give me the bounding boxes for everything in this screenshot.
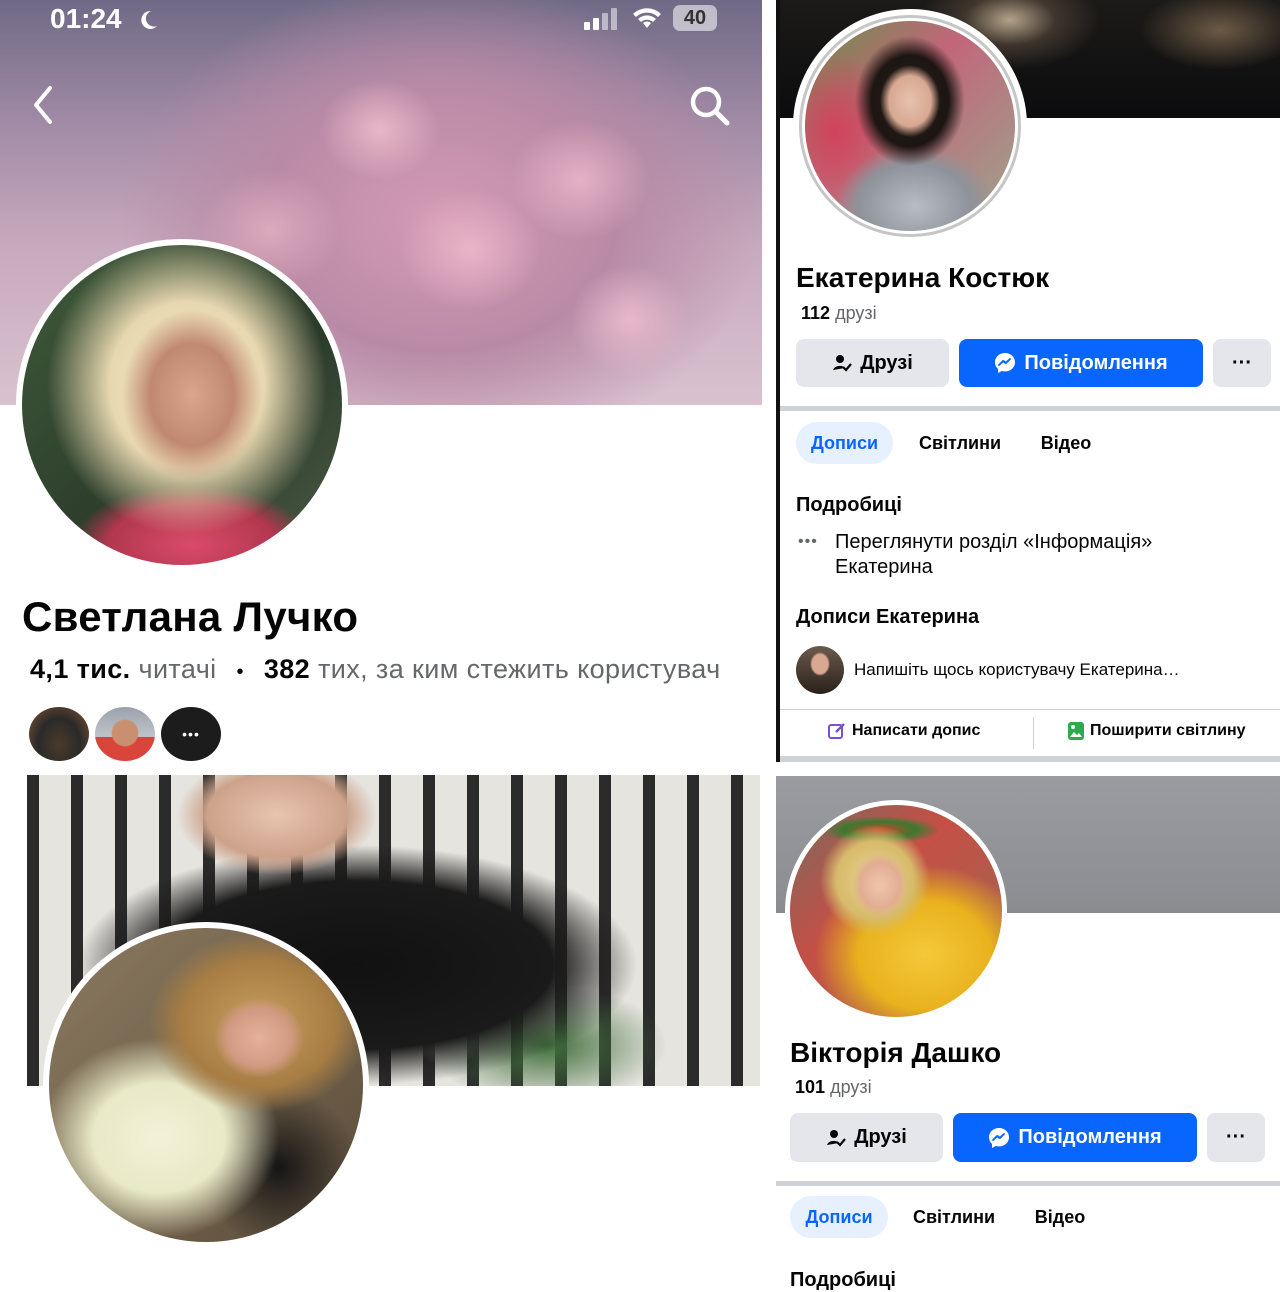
details-info-link[interactable]: Переглянути розділ «Інформація» Екатерин… bbox=[835, 530, 1152, 580]
friends-button-label: Друзі bbox=[860, 351, 913, 374]
followers-count[interactable]: 4,1 тис. bbox=[30, 654, 131, 684]
tab-photos[interactable]: Світлини bbox=[908, 422, 1012, 464]
message-button[interactable]: Повідомлення bbox=[959, 339, 1203, 387]
message-button[interactable]: Повідомлення bbox=[953, 1113, 1197, 1162]
back-button[interactable] bbox=[26, 82, 60, 128]
more-icon: ··· bbox=[1226, 1126, 1246, 1148]
follower-avatar-2[interactable] bbox=[95, 707, 155, 761]
moon-icon bbox=[136, 8, 160, 32]
friends-count: 112 bbox=[801, 303, 831, 323]
share-photo-label: Поширити світлину bbox=[1090, 722, 1246, 739]
battery-level: 40 bbox=[683, 6, 707, 29]
friends-button[interactable]: Друзі bbox=[796, 339, 949, 387]
composer-divider bbox=[780, 709, 1280, 710]
tab-posts[interactable]: Дописи bbox=[796, 422, 893, 464]
profile-avatar[interactable] bbox=[43, 922, 369, 1248]
profile-stats: 4,1 тис. читачі • 382 тих, за ким стежит… bbox=[30, 654, 721, 685]
message-button-label: Повідомлення bbox=[1024, 351, 1168, 374]
tab-posts[interactable]: Дописи bbox=[790, 1196, 888, 1238]
friends-check-icon bbox=[832, 353, 853, 373]
followers-label[interactable]: читачі bbox=[138, 654, 216, 684]
details-info-link-line1: Переглянути розділ «Інформація» bbox=[835, 531, 1153, 553]
friends-check-icon bbox=[826, 1128, 847, 1148]
composer-avatar bbox=[796, 646, 844, 694]
message-button-label: Повідомлення bbox=[1018, 1126, 1162, 1148]
friends-summary[interactable]: 112 друзі bbox=[801, 303, 877, 324]
more-icon: ··· bbox=[1232, 351, 1252, 374]
tab-photos[interactable]: Світлини bbox=[902, 1196, 1006, 1238]
more-options-button[interactable]: ··· bbox=[1213, 339, 1271, 387]
signal-icon bbox=[584, 8, 620, 30]
follower-avatar-1[interactable] bbox=[29, 707, 89, 761]
details-heading: Подробиці bbox=[790, 1269, 896, 1291]
write-post-label: Написати допис bbox=[852, 722, 981, 739]
posts-heading: Дописи Екатерина bbox=[796, 606, 980, 628]
tab-videos[interactable]: Відео bbox=[1028, 422, 1104, 464]
action-divider bbox=[1033, 717, 1034, 749]
friends-label: друзі bbox=[835, 303, 877, 323]
section-divider bbox=[780, 406, 1280, 411]
messenger-icon bbox=[988, 1127, 1010, 1149]
profile-panel-2: Екатерина Костюк 112 друзі Друзі Повідом… bbox=[776, 0, 1280, 762]
search-icon[interactable] bbox=[688, 84, 732, 128]
edit-icon bbox=[828, 722, 846, 740]
battery-icon: 40 bbox=[673, 5, 717, 31]
friends-count: 101 bbox=[795, 1077, 826, 1097]
more-icon: ••• bbox=[182, 726, 200, 742]
tab-videos[interactable]: Відео bbox=[1022, 1196, 1098, 1238]
following-count[interactable]: 382 bbox=[264, 654, 310, 684]
friends-button-label: Друзі bbox=[854, 1126, 907, 1148]
bottom-divider bbox=[780, 756, 1280, 762]
composer-input[interactable]: Напишіть щось користувачу Екатерина… bbox=[854, 660, 1180, 680]
messenger-icon bbox=[994, 352, 1016, 374]
profile-avatar[interactable] bbox=[16, 239, 348, 571]
details-info-link-line2: Екатерина bbox=[835, 556, 933, 578]
profile-name: Светлана Лучко bbox=[22, 593, 359, 640]
more-followers-button[interactable]: ••• bbox=[161, 707, 221, 761]
profile-name: Екатерина Костюк bbox=[796, 262, 1050, 293]
wifi-icon bbox=[632, 6, 662, 30]
more-options-button[interactable]: ··· bbox=[1207, 1113, 1265, 1162]
profile-name: Вікторія Дашко bbox=[790, 1037, 1002, 1068]
friends-label: друзі bbox=[830, 1077, 872, 1097]
write-post-button[interactable]: Написати допис bbox=[828, 722, 980, 740]
friends-summary[interactable]: 101 друзі bbox=[795, 1077, 872, 1098]
profile-avatar[interactable] bbox=[785, 800, 1007, 1022]
profile-panel-3 bbox=[0, 762, 762, 1280]
status-time: 01:24 bbox=[50, 3, 122, 34]
profile-panel-1: 01:24 40 Светлана Лучко 4,1 тис. читачі … bbox=[0, 0, 762, 762]
friends-button[interactable]: Друзі bbox=[790, 1113, 943, 1162]
photo-icon bbox=[1068, 722, 1084, 740]
profile-avatar[interactable] bbox=[793, 9, 1027, 243]
stats-separator: • bbox=[236, 661, 244, 683]
details-heading: Подробиці bbox=[796, 494, 902, 516]
section-divider bbox=[776, 1181, 1280, 1186]
share-photo-button[interactable]: Поширити світлину bbox=[1068, 722, 1246, 740]
following-label[interactable]: тих, за ким стежить користувач bbox=[318, 654, 721, 684]
details-more-icon: ••• bbox=[798, 533, 818, 550]
profile-panel-4: Вікторія Дашко 101 друзі Друзі Повідомле… bbox=[776, 776, 1280, 1291]
